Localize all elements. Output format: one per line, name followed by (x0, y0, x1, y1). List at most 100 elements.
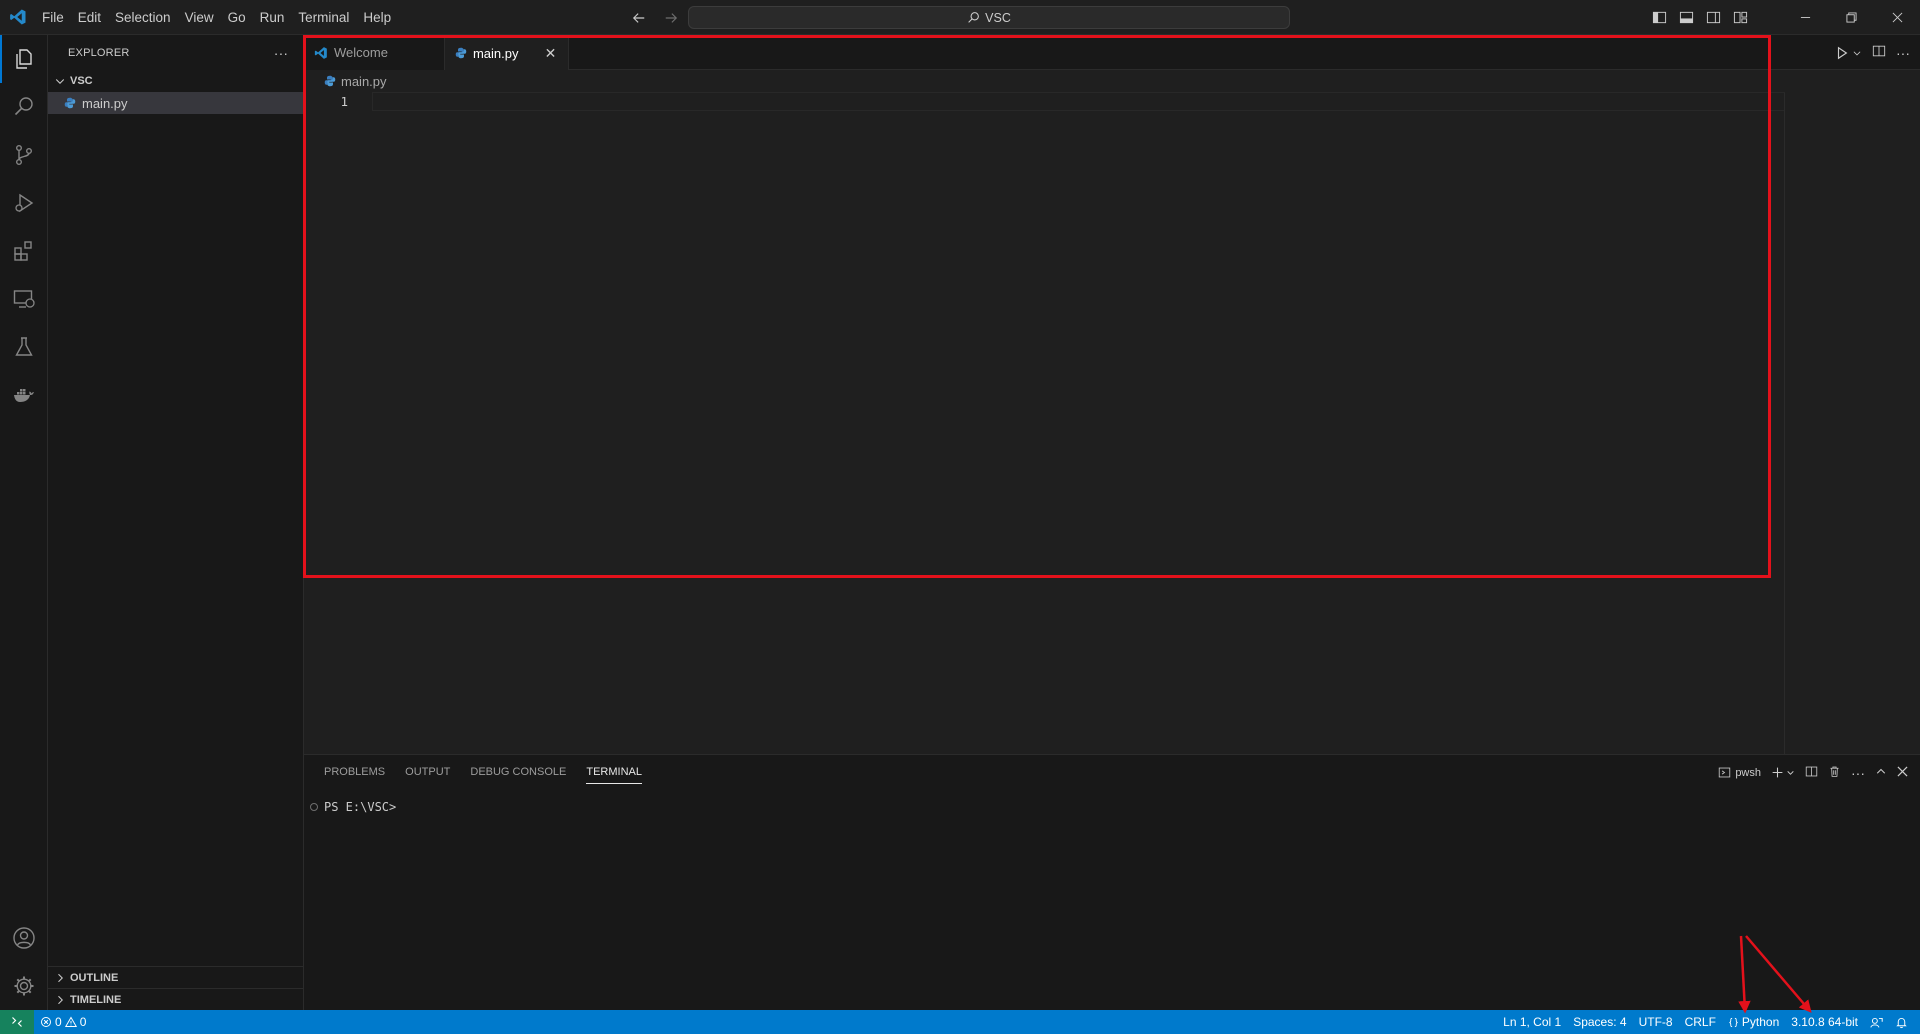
activity-bar (0, 35, 48, 1010)
tab-label: Welcome (334, 45, 388, 60)
chevron-down-icon (55, 79, 65, 84)
chevron-right-icon (58, 995, 63, 1004)
tab-output[interactable]: OUTPUT (395, 755, 460, 790)
remote-explorer-icon[interactable] (0, 275, 48, 323)
menu-view[interactable]: View (178, 0, 221, 35)
indentation[interactable]: Spaces: 4 (1567, 1010, 1632, 1034)
menu-help[interactable]: Help (356, 0, 398, 35)
remote-indicator-icon[interactable] (0, 1010, 34, 1034)
maximize-panel-icon[interactable] (1875, 765, 1887, 780)
explorer-title: EXPLORER (68, 46, 130, 59)
error-icon (41, 1017, 51, 1027)
search-icon (968, 12, 980, 23)
manage-gear-icon[interactable] (0, 962, 48, 1010)
explorer-sidebar: EXPLORER ··· VSC main.py OUTLINE TIMELIN… (48, 35, 304, 1010)
toggle-secondary-sidebar-icon[interactable] (1704, 8, 1723, 27)
warning-count: 0 (79, 1015, 87, 1029)
navigation-arrows (628, 0, 682, 35)
language-mode[interactable]: Python (1722, 1010, 1785, 1034)
command-center-label: VSC (985, 10, 1011, 25)
terminal-icon (1719, 767, 1731, 778)
menu-terminal[interactable]: Terminal (291, 0, 356, 35)
tab-debug-console[interactable]: DEBUG CONSOLE (460, 755, 576, 790)
menu-file[interactable]: File (35, 0, 71, 35)
status-bar: 0 0 Ln 1, Col 1 Spaces: 4 UTF-8 CRLF Pyt… (0, 1010, 1920, 1034)
editor-actions: ··· (1835, 35, 1910, 70)
title-bar: File Edit Selection View Go Run Terminal… (0, 0, 1920, 35)
tab-problems[interactable]: PROBLEMS (314, 755, 395, 790)
tab-main-py[interactable]: main.py ✕ (444, 35, 570, 70)
chevron-down-icon (1853, 50, 1861, 55)
command-decoration-icon (310, 803, 318, 811)
go-back-icon[interactable] (628, 7, 650, 29)
search-icon[interactable] (0, 83, 48, 131)
close-window-icon[interactable] (1874, 0, 1920, 35)
python-file-icon (64, 97, 76, 109)
timeline-label: TIMELINE (70, 993, 122, 1006)
python-interpreter[interactable]: 3.10.8 64-bit (1785, 1010, 1864, 1034)
window-controls (1782, 0, 1920, 35)
toggle-panel-icon[interactable] (1677, 8, 1696, 27)
encoding[interactable]: UTF-8 (1633, 1010, 1679, 1034)
source-control-icon[interactable] (0, 131, 48, 179)
activity-bar-bottom (0, 914, 48, 1010)
menu-run[interactable]: Run (253, 0, 292, 35)
terminal-prompt: PS E:\VSC> (324, 800, 397, 814)
notifications-bell-icon[interactable] (1889, 1010, 1914, 1034)
testing-icon[interactable] (0, 323, 48, 371)
outline-section[interactable]: OUTLINE (48, 966, 304, 988)
folder-vsc[interactable]: VSC (48, 70, 303, 92)
python-file-icon (324, 75, 336, 87)
warning-icon (64, 1016, 77, 1027)
file-main-py[interactable]: main.py (48, 92, 303, 114)
status-bar-right: Ln 1, Col 1 Spaces: 4 UTF-8 CRLF Python … (1497, 1010, 1914, 1034)
menu-edit[interactable]: Edit (71, 0, 108, 35)
editor-group: Welcome main.py ✕ ··· main.py 1 (304, 35, 1920, 754)
more-actions-icon[interactable]: ··· (1896, 45, 1910, 61)
kill-terminal-trash-icon[interactable] (1828, 765, 1841, 781)
split-editor-icon[interactable] (1872, 44, 1886, 61)
terminal-output[interactable]: PS E:\VSC> (304, 800, 1920, 814)
timeline-section[interactable]: TIMELINE (48, 988, 304, 1010)
tab-welcome[interactable]: Welcome (304, 35, 445, 70)
accounts-icon[interactable] (0, 914, 48, 962)
cursor-position[interactable]: Ln 1, Col 1 (1497, 1010, 1567, 1034)
run-and-debug-icon[interactable] (0, 179, 48, 227)
new-terminal-icon[interactable] (1771, 766, 1795, 779)
explorer-header: EXPLORER ··· (48, 35, 303, 70)
bottom-panel: PROBLEMS OUTPUT DEBUG CONSOLE TERMINAL p… (304, 754, 1920, 1010)
minimap-divider (1784, 93, 1785, 754)
more-actions-icon[interactable]: ··· (271, 43, 291, 63)
run-python-file-icon[interactable] (1835, 46, 1862, 60)
customize-layout-icon[interactable] (1731, 8, 1750, 27)
error-count: 0 (55, 1015, 62, 1029)
menu-selection[interactable]: Selection (108, 0, 178, 35)
toggle-primary-sidebar-icon[interactable] (1650, 8, 1669, 27)
outline-label: OUTLINE (70, 971, 119, 984)
terminal-shell-selector[interactable]: pwsh (1718, 766, 1761, 779)
code-line[interactable]: 1 (304, 92, 1920, 111)
explorer-icon[interactable] (0, 35, 48, 83)
command-center-search[interactable]: VSC (688, 6, 1290, 29)
split-terminal-icon[interactable] (1805, 765, 1818, 781)
close-panel-icon[interactable] (1897, 765, 1908, 780)
chevron-right-icon (58, 973, 63, 982)
feedback-icon[interactable] (1864, 1010, 1889, 1034)
menu-go[interactable]: Go (221, 0, 253, 35)
panel-actions: pwsh ··· (1718, 755, 1908, 790)
close-tab-icon[interactable]: ✕ (542, 45, 558, 62)
problems-indicator[interactable]: 0 0 (34, 1010, 92, 1034)
go-forward-icon[interactable] (660, 7, 682, 29)
end-of-line[interactable]: CRLF (1679, 1010, 1722, 1034)
docker-icon[interactable] (0, 371, 48, 419)
restore-icon[interactable] (1828, 0, 1874, 35)
more-actions-icon[interactable]: ··· (1851, 765, 1865, 781)
breadcrumb[interactable]: main.py (304, 70, 1920, 92)
file-name: main.py (82, 95, 128, 111)
vscode-logo-icon (0, 0, 35, 35)
minimize-icon[interactable] (1782, 0, 1828, 35)
line-number: 1 (340, 94, 348, 109)
current-line-highlight (372, 92, 1785, 111)
extensions-icon[interactable] (0, 227, 48, 275)
tab-terminal[interactable]: TERMINAL (576, 755, 652, 790)
